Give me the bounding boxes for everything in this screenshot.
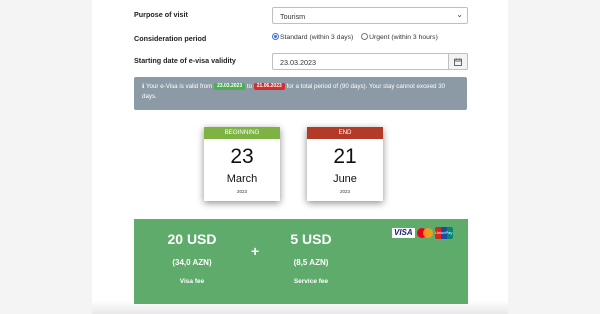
radio-urgent[interactable] — [361, 33, 369, 40]
unionpay-logo: UnionPay — [434, 227, 453, 239]
start-date-label: Starting date of e-visa validity — [134, 56, 236, 65]
left-backdrop — [0, 0, 92, 314]
purpose-select[interactable]: Tourism ⌄ — [272, 7, 468, 24]
info-icon: ℹ — [142, 83, 145, 90]
visa-form-panel: Purpose of visit Tourism ⌄ Consideration… — [92, 0, 508, 304]
begin-month: March — [226, 173, 258, 185]
period-radio-group: Standard (within 3 days) Urgent (within … — [272, 33, 438, 41]
payment-card-logos: VISA UnionPay — [392, 227, 453, 239]
end-calendar-card: END 21 June 2023 — [307, 127, 383, 201]
validity-info-box: ℹ Your e-Visa is valid from 23.03.2023 t… — [134, 77, 467, 110]
visa-fee-caption: Visa fee — [179, 278, 205, 285]
begin-year: 2023 — [236, 189, 247, 194]
end-calendar-header: END — [307, 127, 383, 139]
start-date-row: Starting date of e-visa validity 23.03.2… — [134, 53, 468, 71]
fee-summary-box: 20 USD (34,0 AZN) Visa fee + 5 USD (8,5 … — [134, 219, 468, 304]
purpose-row: Purpose of visit Tourism ⌄ — [134, 7, 468, 25]
period-option-standard[interactable]: Standard (within 3 days) — [272, 33, 353, 41]
info-prefix: Your e-Visa is valid from — [145, 83, 213, 90]
service-fee-caption: Service fee — [293, 278, 329, 285]
calendar-picker-button[interactable] — [448, 53, 468, 70]
service-fee-azn: (8,5 AZN) — [293, 258, 329, 267]
radio-standard[interactable] — [272, 33, 279, 40]
start-date-value: 23.03.2023 — [280, 58, 316, 67]
right-backdrop — [508, 0, 600, 314]
period-label: Consideration period — [134, 34, 207, 43]
begin-calendar-header: BEGINNING — [204, 127, 280, 139]
start-date-input[interactable]: 23.03.2023 — [272, 53, 468, 70]
end-day: 21 — [333, 145, 357, 168]
begin-day: 23 — [230, 145, 254, 168]
begin-calendar-card: BEGINNING 23 March 2023 — [204, 127, 280, 201]
valid-to-badge: 21.06.2023 — [253, 83, 285, 90]
visa-logo: VISA — [392, 228, 415, 238]
purpose-label: Purpose of visit — [134, 10, 188, 19]
valid-from-badge: 23.03.2023 — [214, 83, 246, 90]
mastercard-logo — [416, 228, 433, 238]
purpose-value: Tourism — [280, 12, 306, 21]
visa-fee-amount: 20 USD — [167, 231, 217, 247]
period-option-urgent[interactable]: Urgent (within 3 hours) — [361, 33, 438, 41]
end-month: June — [333, 173, 357, 185]
visa-fee-azn: (34,0 AZN) — [172, 258, 212, 267]
period-row: Consideration period Standard (within 3 … — [134, 31, 468, 49]
end-year: 2023 — [339, 189, 350, 194]
info-to-word: to — [246, 83, 253, 90]
calendar-icon — [454, 58, 462, 66]
service-fee-amount: 5 USD — [290, 231, 332, 247]
chevron-down-icon: ⌄ — [456, 10, 463, 19]
